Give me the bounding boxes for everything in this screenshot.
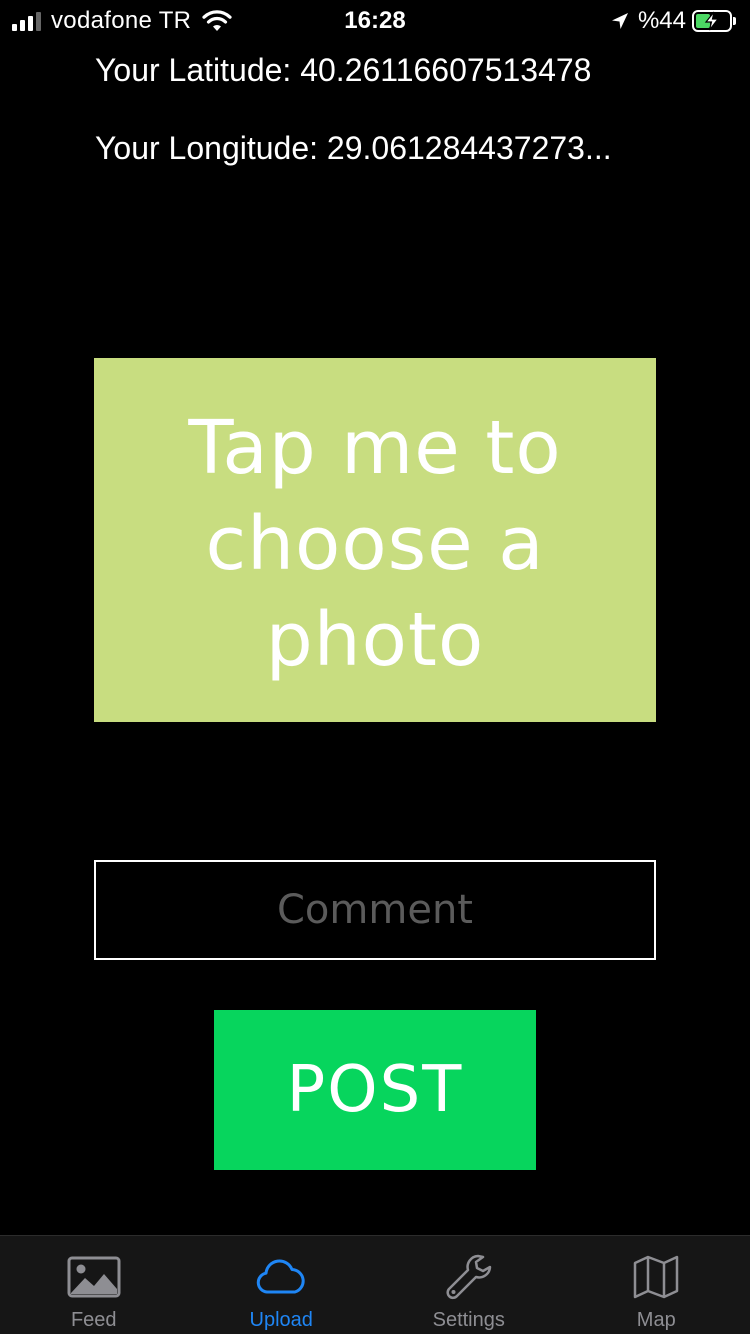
post-button[interactable]: POST <box>214 1010 536 1170</box>
choose-photo-line-2: choose a photo <box>205 501 545 683</box>
tab-map[interactable]: Map <box>563 1236 750 1334</box>
map-icon <box>632 1254 680 1300</box>
comment-input[interactable] <box>94 860 656 960</box>
status-bar: vodafone TR 16:28 %44 <box>0 0 750 40</box>
photo-icon <box>67 1254 121 1300</box>
choose-photo-text: Tap me to choose a photo <box>94 400 656 688</box>
battery-percentage: %44 <box>637 7 686 34</box>
tab-bar: Feed Upload Settings Map <box>0 1235 750 1334</box>
choose-photo-button[interactable]: Tap me to choose a photo <box>94 358 656 722</box>
choose-photo-line-1: Tap me to <box>188 405 562 491</box>
tab-settings[interactable]: Settings <box>375 1236 563 1334</box>
cloud-icon <box>255 1254 307 1300</box>
longitude-label: Your Longitude: 29.061284437273... <box>95 130 612 166</box>
tab-feed[interactable]: Feed <box>0 1236 188 1334</box>
tab-label-map: Map <box>636 1309 676 1331</box>
wrench-icon <box>444 1254 494 1300</box>
tab-label-feed: Feed <box>70 1309 117 1331</box>
battery-cap <box>733 17 736 25</box>
charging-bolt-icon <box>704 11 720 31</box>
tab-label-upload: Upload <box>249 1309 313 1331</box>
status-bar-right: %44 <box>610 7 736 35</box>
tab-upload[interactable]: Upload <box>188 1236 376 1334</box>
location-arrow-icon <box>611 13 628 29</box>
battery-icon <box>692 10 732 32</box>
tab-label-settings: Settings <box>432 1309 505 1331</box>
latitude-label: Your Latitude: 40.26116607513478 <box>95 52 592 88</box>
